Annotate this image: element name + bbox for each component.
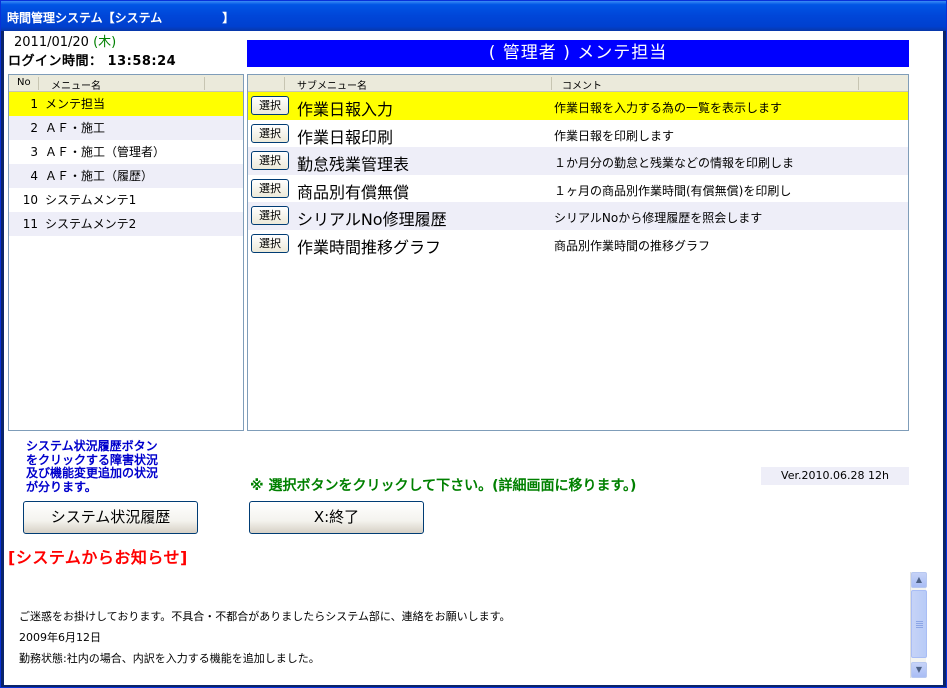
- menu-item-0[interactable]: 1 メンテ担当: [9, 92, 243, 116]
- page-title: ( 管理者 ) メンテ担当: [247, 40, 909, 67]
- system-history-button[interactable]: システム状況履歴: [23, 501, 198, 534]
- menu-item-no: 10: [22, 193, 38, 207]
- submenu-name: 商品別有償無償: [297, 182, 410, 202]
- scroll-thumb[interactable]: [911, 590, 927, 658]
- weekday-value: (木): [93, 35, 117, 50]
- notice-line: 2009年6月12日: [19, 631, 101, 644]
- version-label: Ver.2010.06.28 12h: [761, 467, 909, 485]
- menu-item-4[interactable]: 10 システムメンテ1: [9, 188, 243, 212]
- menu-item-1[interactable]: 2 ＡＦ・施工: [9, 116, 243, 140]
- notice-line: 勤務状態:社内の場合、内訳を入力する機能を追加しました。: [19, 652, 320, 665]
- select-button[interactable]: 選択: [251, 206, 289, 225]
- submenu-name: 勤怠残業管理表: [297, 155, 410, 174]
- submenu-comment: 商品別作業時間の推移グラフ: [554, 238, 711, 253]
- menu-item-label: ＡＦ・施工: [45, 121, 106, 135]
- info-line: システム状況履歴ボタン: [26, 439, 158, 453]
- submenu-comment: 作業日報を入力する為の一覧を表示します: [554, 101, 783, 115]
- submenu-name: 作業日報印刷: [297, 127, 394, 147]
- scroll-down-icon[interactable]: ▼: [911, 662, 927, 678]
- column-header-comment[interactable]: コメント: [562, 77, 602, 92]
- menu-item-no: 4: [30, 169, 38, 183]
- scroll-up-icon[interactable]: ▲: [911, 572, 927, 588]
- submenu-comment: １ヶ月の商品別作業時間(有償無償)を印刷し: [554, 183, 792, 198]
- submenu-row-2[interactable]: 選択 勤怠残業管理表 １か月分の勤怠と残業などの情報を印刷しま: [248, 147, 908, 175]
- submenu-list-header: サブメニュー名 コメント: [248, 75, 908, 92]
- menu-list-header: No メニュー名: [9, 75, 243, 92]
- select-button[interactable]: 選択: [251, 233, 289, 253]
- column-header-menu-name[interactable]: メニュー名: [51, 77, 101, 92]
- login-label: ログイン時間：: [8, 54, 103, 69]
- menu-item-label: システムメンテ2: [45, 217, 137, 231]
- info-line: 及び機能変更追加の状況: [26, 466, 159, 480]
- info-line: が分ります。: [26, 479, 97, 494]
- date-value: 2011/01/20: [14, 35, 89, 50]
- menu-item-label: ＡＦ・施工（履歴）: [45, 169, 154, 183]
- select-button[interactable]: 選択: [251, 123, 289, 143]
- submenu-comment: 作業日報を印刷します: [554, 128, 675, 143]
- submenu-list[interactable]: サブメニュー名 コメント 選択 作業日報入力 作業日報を入力する為の一覧を表示し…: [247, 74, 909, 431]
- notice-textbox[interactable]: ご迷惑をお掛けしております。不具合・不都合がありましたらシステム部に、連絡をお願…: [8, 572, 926, 682]
- submenu-name: 作業日報入力: [297, 100, 394, 119]
- login-time-display: ログイン時間： 13:58:24: [8, 50, 176, 69]
- notice-scrollbar[interactable]: ▲ ▼: [910, 572, 927, 678]
- menu-item-label: メンテ担当: [45, 97, 106, 111]
- instruction-text: ※ 選択ボタンをクリックして下さい。(詳細画面に移ります。): [250, 478, 637, 494]
- menu-item-5[interactable]: 11 システムメンテ2: [9, 212, 243, 236]
- window-title: 時間管理システム【システム 】: [1, 1, 946, 31]
- exit-button[interactable]: X:終了: [249, 501, 424, 534]
- submenu-row-4[interactable]: 選択 シリアルNo修理履歴 シリアルNoから修理履歴を照会します: [248, 202, 908, 230]
- menu-list[interactable]: No メニュー名 1 メンテ担当 2 ＡＦ・施工 3 ＡＦ・施工（管理者） 4 …: [8, 74, 244, 431]
- menu-item-label: ＡＦ・施工（管理者）: [45, 145, 166, 159]
- select-button[interactable]: 選択: [251, 178, 289, 198]
- submenu-comment: シリアルNoから修理履歴を照会します: [554, 211, 763, 225]
- menu-item-no: 2: [30, 121, 38, 135]
- submenu-comment: １か月分の勤怠と残業などの情報を印刷しま: [554, 156, 795, 170]
- submenu-row-5[interactable]: 選択 作業時間推移グラフ 商品別作業時間の推移グラフ: [248, 230, 908, 258]
- select-button[interactable]: 選択: [251, 96, 289, 115]
- login-time-value: 13:58:24: [107, 54, 177, 69]
- menu-item-no: 3: [30, 145, 38, 159]
- column-header-no[interactable]: No: [17, 77, 31, 88]
- client-area: 2011/01/20 (木) ログイン時間： 13:58:24 ( 管理者 ) …: [4, 31, 943, 685]
- date-display: 2011/01/20 (木): [14, 31, 116, 50]
- column-header-submenu-name[interactable]: サブメニュー名: [297, 77, 367, 92]
- info-line: をクリックする障害状況: [26, 452, 159, 467]
- menu-item-no: 1: [30, 97, 38, 111]
- history-info-text: システム状況履歴ボタン をクリックする障害状況 及び機能変更追加の状況 が分りま…: [26, 439, 226, 494]
- submenu-name: 作業時間推移グラフ: [297, 237, 442, 257]
- menu-item-3[interactable]: 4 ＡＦ・施工（履歴）: [9, 164, 243, 188]
- notice-title: [システムからお知らせ]: [8, 548, 188, 567]
- submenu-row-1[interactable]: 選択 作業日報印刷 作業日報を印刷します: [248, 120, 908, 148]
- submenu-row-3[interactable]: 選択 商品別有償無償 １ヶ月の商品別作業時間(有償無償)を印刷し: [248, 175, 908, 203]
- menu-item-2[interactable]: 3 ＡＦ・施工（管理者）: [9, 140, 243, 164]
- notice-line: ご迷惑をお掛けしております。不具合・不都合がありましたらシステム部に、連絡をお願…: [19, 610, 511, 623]
- menu-item-no: 11: [22, 217, 38, 231]
- app-window: 時間管理システム【システム 】 2011/01/20 (木) ログイン時間： 1…: [0, 0, 947, 688]
- submenu-name: シリアルNo修理履歴: [297, 210, 447, 229]
- submenu-row-0[interactable]: 選択 作業日報入力 作業日報を入力する為の一覧を表示します: [248, 92, 908, 120]
- select-button[interactable]: 選択: [251, 151, 289, 170]
- menu-item-label: システムメンテ1: [45, 193, 137, 207]
